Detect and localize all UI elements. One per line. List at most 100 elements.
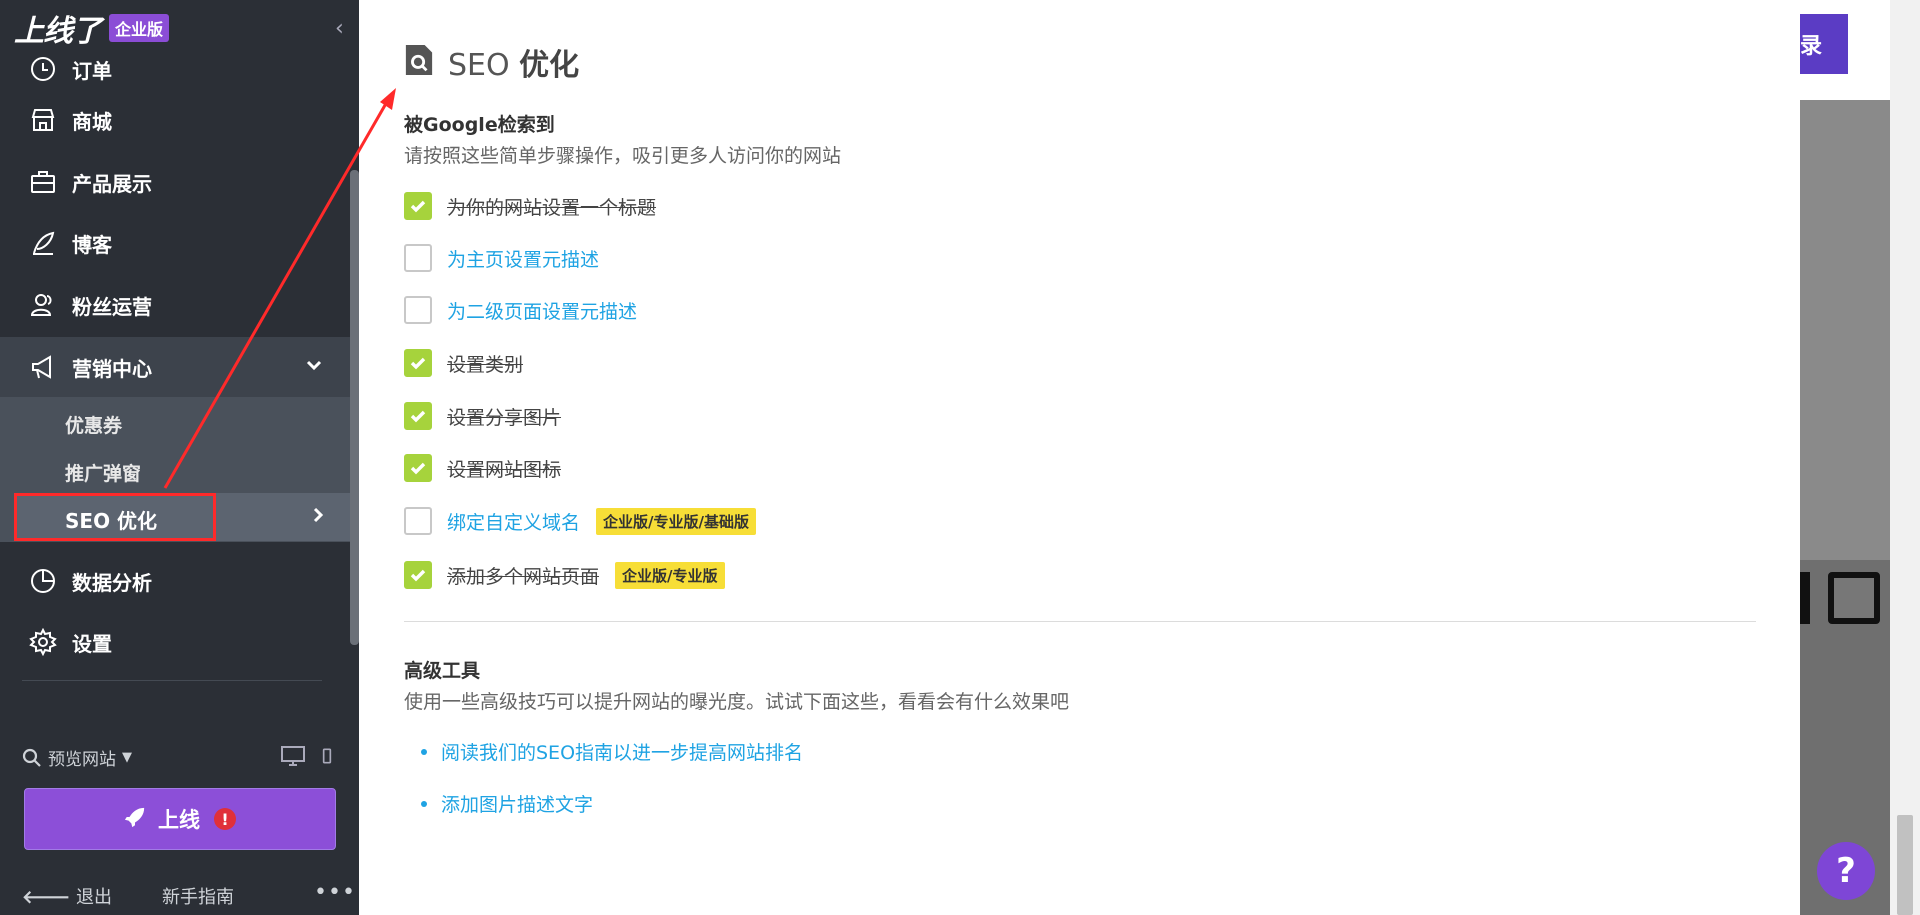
- desktop-icon[interactable]: [280, 745, 306, 767]
- login-label: 录: [1800, 34, 1823, 59]
- sidebar-divider: [22, 680, 322, 681]
- checklist-label: 为你的网站设置一个标题: [447, 196, 657, 219]
- sidebar-item-fans[interactable]: 粉丝运营: [0, 275, 350, 335]
- preview-site-dropdown[interactable]: 预览网站 ▼: [22, 745, 132, 770]
- publish-label: 上线: [158, 808, 200, 832]
- checkbox-checked[interactable]: [404, 349, 432, 377]
- google-section-desc: 请按照这些简单步骤操作，吸引更多人访问你的网站: [404, 145, 842, 167]
- checklist-link[interactable]: 为二级页面设置元描述: [447, 297, 637, 324]
- background-shape: [1800, 572, 1810, 624]
- seo-panel: SEO 优化 被Google检索到 请按照这些简单步骤操作，吸引更多人访问你的网…: [359, 0, 1800, 915]
- store-icon: [28, 105, 58, 135]
- advanced-section-desc: 使用一些高级技巧可以提升网站的曝光度。试试下面这些，看看会有什么效果吧: [404, 691, 1070, 713]
- checkbox-checked[interactable]: [404, 402, 432, 430]
- title-prefix: SEO: [448, 48, 510, 83]
- sidebar-item-label: 数据分析: [72, 570, 152, 595]
- checklist-label: 添加多个网站页面: [447, 565, 600, 588]
- sidebar-item-label: 商城: [72, 109, 112, 134]
- sidebar-item-marketing[interactable]: 营销中心: [0, 337, 350, 397]
- checklist-item[interactable]: 设置网站图标: [404, 453, 561, 483]
- chevron-down-icon: [304, 355, 324, 380]
- page-title: SEO 优化: [404, 40, 579, 84]
- sidebar-item-store[interactable]: 商城: [0, 90, 350, 150]
- checklist-item[interactable]: 设置类别: [404, 348, 523, 378]
- sidebar-item-analytics[interactable]: 数据分析: [0, 551, 350, 611]
- checklist-item[interactable]: 绑定自定义域名 企业版/专业版/基础版: [404, 506, 756, 536]
- sidebar-item-label: 粉丝运营: [72, 294, 152, 319]
- checkbox-unchecked[interactable]: [404, 507, 432, 535]
- order-icon: [28, 54, 58, 84]
- plan-tag: 企业版/专业版: [615, 561, 725, 589]
- page-scrollbar-thumb[interactable]: [1897, 815, 1913, 915]
- sidebar-item-label: 博客: [72, 232, 112, 257]
- megaphone-icon: [28, 352, 58, 382]
- seo-search-icon: [404, 43, 434, 81]
- sidebar-item-products[interactable]: 产品展示: [0, 152, 350, 212]
- background-content: [1800, 100, 1890, 560]
- checkbox-checked[interactable]: [404, 454, 432, 482]
- guide-link[interactable]: 新手指南: [162, 883, 234, 909]
- section-divider: [404, 621, 1756, 622]
- device-switcher: [280, 745, 332, 767]
- sidebar-item-label: 产品展示: [72, 171, 152, 196]
- advanced-link[interactable]: 阅读我们的SEO指南以进一步提高网站排名: [421, 738, 803, 765]
- sidebar-item-blog[interactable]: 博客: [0, 213, 350, 273]
- help-label: ?: [1836, 851, 1856, 891]
- sidebar-item-label: 营销中心: [72, 356, 152, 381]
- page-scrollbar[interactable]: [1890, 0, 1920, 915]
- users-icon: [28, 290, 58, 320]
- annotation-highlight-box: [14, 493, 216, 541]
- search-icon: [22, 748, 41, 767]
- checklist-item[interactable]: 为主页设置元描述: [404, 243, 599, 273]
- google-section-title: 被Google检索到: [404, 114, 555, 136]
- checklist-label: 设置分享图片: [447, 406, 562, 429]
- checkbox-checked[interactable]: [404, 192, 432, 220]
- logout-label: 退出: [76, 887, 113, 908]
- sidebar-item-label: 设置: [72, 631, 112, 656]
- checklist-item[interactable]: 设置分享图片: [404, 401, 561, 431]
- checkbox-unchecked[interactable]: [404, 244, 432, 272]
- checklist-item[interactable]: 为你的网站设置一个标题: [404, 191, 656, 221]
- preview-label: 预览网站: [48, 750, 116, 770]
- checklist-link[interactable]: 绑定自定义域名: [447, 508, 580, 535]
- pie-chart-icon: [28, 566, 58, 596]
- bullet-dot: [421, 748, 427, 755]
- sidebar-item-label: 推广弹窗: [65, 463, 142, 485]
- advanced-link-label[interactable]: 添加图片描述文字: [441, 790, 593, 817]
- quill-icon: [28, 228, 58, 258]
- sidebar: 上线了 企业版 ‹ 订单 商城 产品展示 博客 粉丝运营 营销中心 优惠券 推广…: [0, 0, 359, 915]
- checklist-label: 设置类别: [447, 353, 524, 376]
- checklist-item[interactable]: 添加多个网站页面 企业版/专业版: [404, 560, 725, 590]
- back-arrow-icon: 🡐: [22, 887, 71, 908]
- sidebar-scrollbar[interactable]: [350, 170, 359, 645]
- checkbox-checked[interactable]: [404, 561, 432, 589]
- guide-label: 新手指南: [162, 887, 234, 908]
- caret-down-icon: ▼: [122, 750, 132, 765]
- sidebar-item-orders[interactable]: 订单: [0, 30, 350, 90]
- sidebar-item-popup[interactable]: 推广弹窗: [65, 459, 141, 486]
- chevron-right-icon: [308, 505, 328, 529]
- sidebar-item-coupons[interactable]: 优惠券: [65, 411, 122, 438]
- advanced-section-title: 高级工具: [404, 660, 481, 682]
- logout-link[interactable]: 🡐 退出: [22, 883, 112, 909]
- checklist-link[interactable]: 为主页设置元描述: [447, 245, 599, 272]
- login-button[interactable]: 录: [1800, 14, 1848, 74]
- sidebar-item-settings[interactable]: 设置: [0, 612, 350, 672]
- more-icon[interactable]: •••: [314, 880, 356, 905]
- gear-icon: [28, 627, 58, 657]
- bullet-dot: [421, 800, 427, 807]
- advanced-link[interactable]: 添加图片描述文字: [421, 790, 593, 817]
- briefcase-icon: [28, 167, 58, 197]
- publish-button[interactable]: 上线 !: [24, 788, 336, 850]
- sidebar-item-label: 优惠券: [65, 415, 123, 437]
- sidebar-item-label: 订单: [72, 59, 112, 83]
- checklist-item[interactable]: 为二级页面设置元描述: [404, 295, 637, 325]
- advanced-link-label[interactable]: 阅读我们的SEO指南以进一步提高网站排名: [441, 738, 803, 765]
- title-suffix: 优化: [519, 48, 580, 83]
- mobile-icon[interactable]: [322, 747, 332, 765]
- checklist-label: 设置网站图标: [447, 458, 562, 481]
- rocket-icon: [124, 806, 146, 833]
- help-button[interactable]: ?: [1817, 842, 1875, 900]
- checkbox-unchecked[interactable]: [404, 296, 432, 324]
- alert-icon: !: [214, 808, 236, 830]
